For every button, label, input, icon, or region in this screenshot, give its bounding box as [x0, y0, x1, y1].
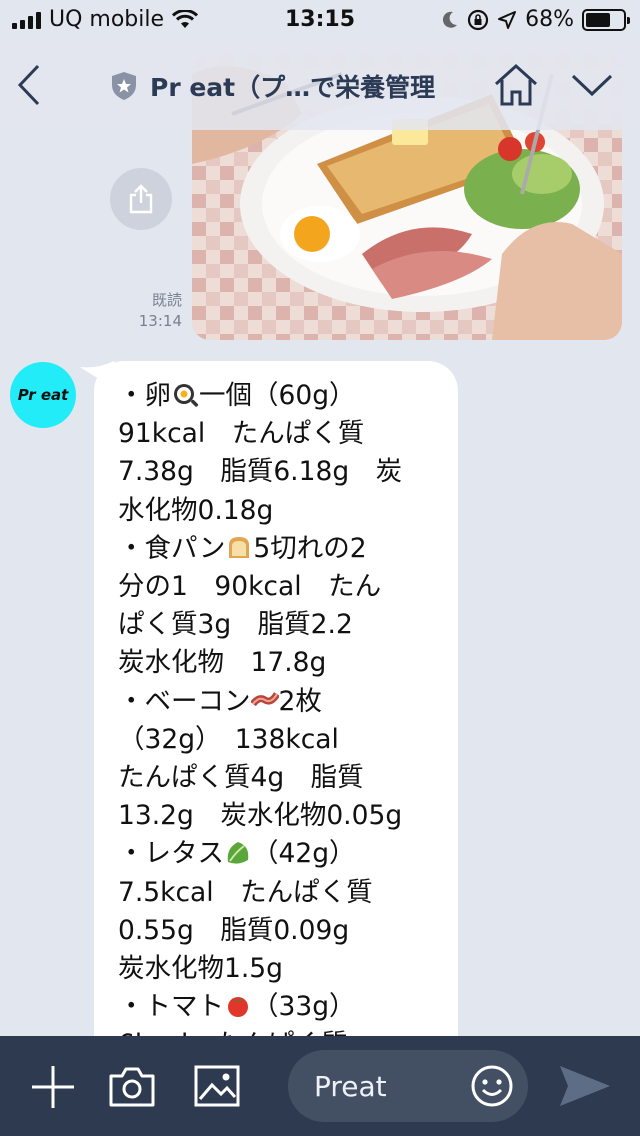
back-button[interactable] [14, 62, 44, 108]
message-line: 0.55g 脂質0.09g [118, 912, 446, 950]
message-line-text: 13.2g 炭水化物0.05g [118, 800, 403, 832]
frying-pan-egg-icon [174, 384, 199, 407]
avatar-text: Pr eat [17, 386, 69, 404]
message-line: ・ベーコン 2枚 [118, 683, 446, 721]
message-line-text: ぱく質3g 脂質2.2 [118, 609, 353, 641]
share-icon [129, 184, 153, 214]
message-line: （32g） 138kcal [118, 721, 446, 759]
sender-avatar[interactable]: Pr eat [10, 362, 76, 428]
message-line-text: （33g） [252, 991, 356, 1023]
message-input[interactable]: Preat [288, 1050, 528, 1122]
emoji-button[interactable] [470, 1064, 514, 1108]
message-line-text: 炭水化物1.5g [118, 953, 283, 985]
chat-title: Pr eat（プ…で栄養管理 [150, 73, 436, 102]
plus-button[interactable] [30, 1064, 76, 1110]
message-line-text: ・トマト [118, 991, 224, 1023]
chevron-down-button[interactable] [570, 70, 614, 100]
location-arrow-icon [498, 10, 517, 29]
message-line: たんぱく質4g 脂質 [118, 759, 446, 797]
image-button[interactable] [194, 1065, 240, 1107]
message-line-text: 2枚 [278, 685, 322, 717]
message-line-text: ・食パン [118, 532, 226, 564]
share-button[interactable] [110, 168, 172, 230]
message-line: 炭水化物 17.8g [118, 644, 446, 682]
message-bubble[interactable]: ・卵 一個（60g） 91kcal たんぱく質 7.38g 脂質6.18g 炭水化物0… [94, 361, 458, 1036]
message-line: 13.2g 炭水化物0.05g [118, 797, 446, 835]
message-time: 13:14 [138, 312, 182, 330]
status-bar: UQ mobile 13:15 68% [0, 0, 640, 40]
message-line-text: 7.5kcal たんぱく質 [118, 876, 373, 908]
chat-header: Pr eat（プ…で栄養管理 [0, 40, 640, 130]
message-line-text: （42g） [252, 838, 356, 870]
battery-icon [582, 8, 630, 31]
input-text: Preat [314, 1070, 387, 1103]
message-line-text: 分の1 90kcal たん [118, 571, 382, 603]
message-line-text: 7.38g 脂質6.18g 炭 [118, 456, 403, 488]
rotation-lock-icon [467, 9, 489, 30]
message-line: 91kcal たんぱく質 [118, 415, 446, 453]
message-line: 6kcal たんぱく質 [118, 1026, 446, 1036]
message-line-text: ・ベーコン [118, 685, 251, 717]
message-line: 7.38g 脂質6.18g 炭 [118, 453, 446, 491]
message-line: 7.5kcal たんぱく質 [118, 874, 446, 912]
message-line: 分の1 90kcal たん [118, 568, 446, 606]
message-line-text: （32g） 138kcal [118, 723, 339, 755]
message-text: ・卵 一個（60g） 91kcal たんぱく質 7.38g 脂質6.18g 炭水化物0… [118, 377, 446, 1036]
message-input-bar: Preat [0, 1036, 640, 1136]
tomato-icon [228, 997, 248, 1018]
bacon-icon [250, 691, 279, 706]
message-line: ・卵 一個（60g） [118, 377, 446, 415]
message-line-text: 一個（60g） [199, 380, 356, 411]
message-line-text: 炭水化物 17.8g [118, 647, 327, 679]
message-line-text: ・卵 [118, 380, 171, 411]
message-line: ・食パン 5切れの2 [118, 530, 446, 568]
bread-icon [229, 536, 250, 558]
moon-icon [443, 11, 458, 28]
lettuce-icon [227, 842, 249, 865]
send-button[interactable] [556, 1062, 614, 1110]
read-receipt: 既読 13:14 [120, 290, 182, 332]
camera-button[interactable] [108, 1064, 156, 1108]
shield-star-icon [112, 72, 136, 100]
battery-percent: 68% [525, 7, 574, 32]
home-button[interactable] [492, 62, 540, 108]
message-line-text: 5切れの2 [253, 532, 367, 564]
read-label: 既読 [151, 291, 182, 309]
message-line-text: ・レタス [118, 838, 224, 870]
message-line: ・トマト （33g） [118, 988, 446, 1026]
message-line: 水化物0.18g [118, 492, 446, 530]
message-line-text: たんぱく質4g 脂質 [118, 762, 364, 794]
message-line-text: 0.55g 脂質0.09g [118, 914, 350, 946]
message-line-text: 水化物0.18g [118, 494, 274, 526]
message-line: ・レタス （42g） [118, 835, 446, 873]
message-line-text: 91kcal たんぱく質 [118, 418, 365, 450]
message-line: ぱく質3g 脂質2.2 [118, 606, 446, 644]
message-line: 炭水化物1.5g [118, 950, 446, 988]
chat-area[interactable]: 既読 13:14 Pr eat ・卵 一個（60g） 91kcal たんぱく質 7.3… [0, 40, 640, 1036]
